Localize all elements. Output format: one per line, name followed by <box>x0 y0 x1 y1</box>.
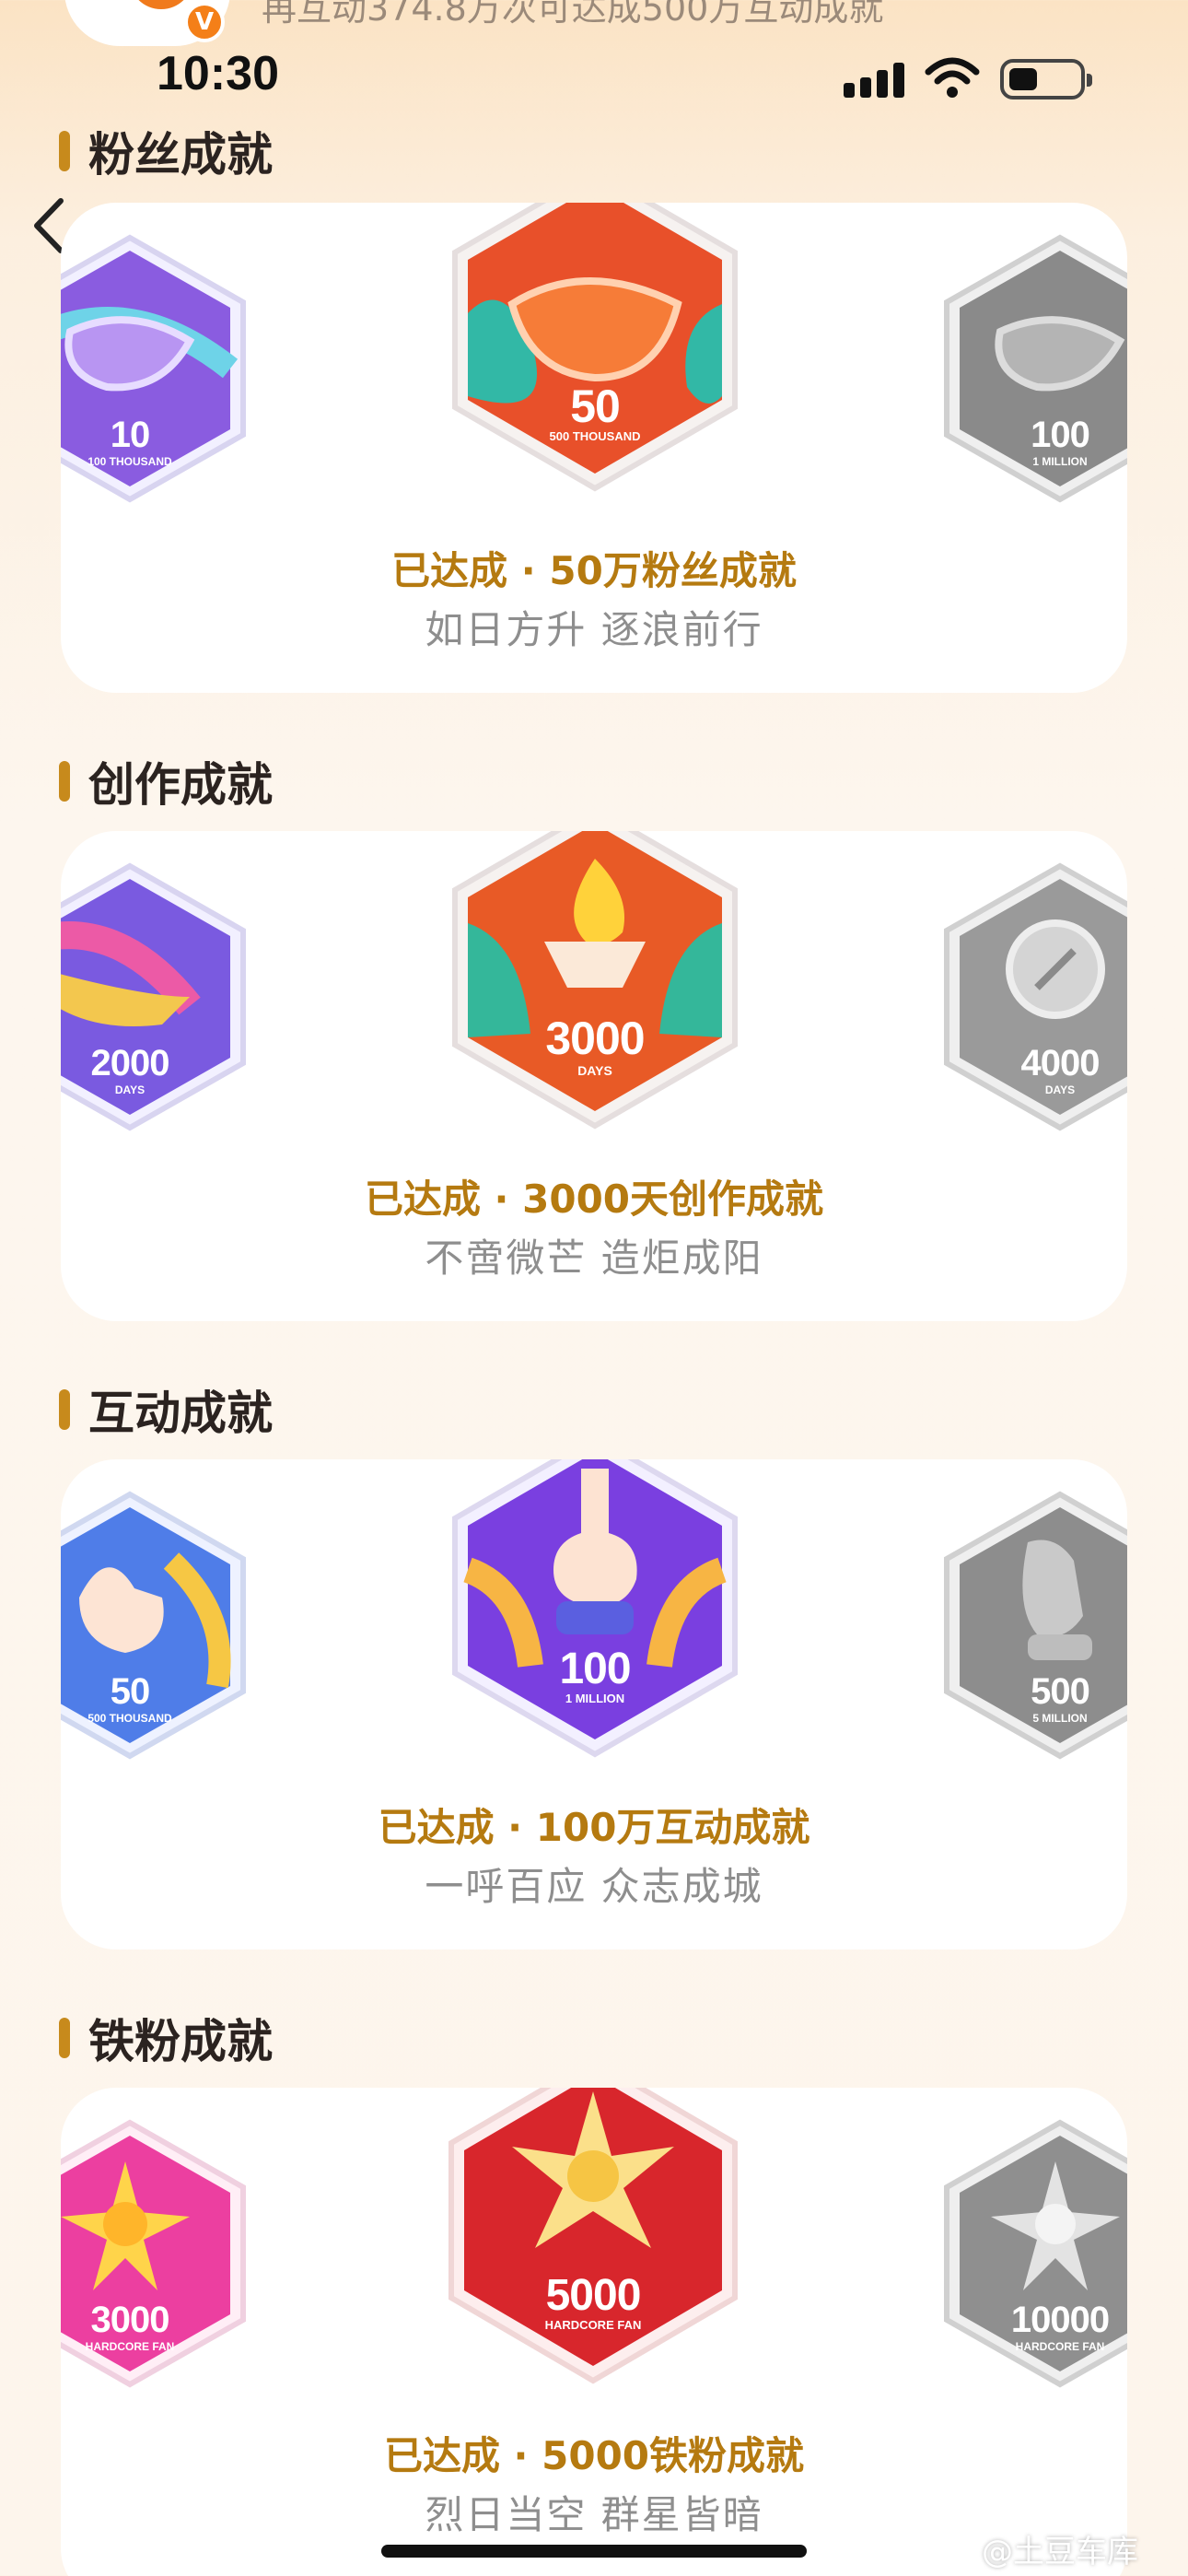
badge-subtitle: 500 THOUSAND <box>87 1712 172 1725</box>
badge-center[interactable]: 5000 HARDCORE FAN <box>444 2088 742 2386</box>
achievement-motto: 烈日当空 群星皆暗 <box>425 2492 763 2537</box>
badge-number: 50 <box>110 1671 151 1712</box>
battery-icon <box>1000 59 1092 100</box>
badge-number: 5000 <box>545 2271 642 2320</box>
cellular-signal-icon <box>844 61 904 98</box>
achievement-label: 已达成 · 5000铁粉成就 <box>383 2433 805 2478</box>
achievement-card-fans: 10 100 THOUSAND 50 500 THOUSAND 100 1 MI… <box>61 203 1127 693</box>
achievement-motto: 一呼百应 众志成城 <box>425 1864 763 1909</box>
badge-subtitle: 500 THOUSAND <box>549 429 641 443</box>
badge-right[interactable]: 100 1 MILLION <box>936 230 1127 507</box>
badge-number: 4000 <box>1020 1043 1101 1083</box>
badge-subtitle: DAYS <box>114 1083 146 1096</box>
badge-subtitle: 1 MILLION <box>565 1692 625 1705</box>
section-title-hardcore-fans: 铁粉成就 <box>59 2005 273 2071</box>
badge-left[interactable]: 10 100 THOUSAND <box>61 230 254 507</box>
badge-subtitle: 100 THOUSAND <box>87 455 172 468</box>
badge-subtitle: 1 MILLION <box>1032 455 1088 468</box>
badge-subtitle: DAYS <box>1044 1083 1076 1096</box>
badge-right[interactable]: 10000 HARDCORE FAN <box>936 2115 1127 2392</box>
achievement-label: 已达成 · 100万互动成就 <box>378 1805 810 1850</box>
achievement-label: 已达成 · 50万粉丝成就 <box>391 548 797 593</box>
verified-badge-icon: V <box>184 2 225 42</box>
badge-number: 3000 <box>90 2300 170 2340</box>
home-indicator[interactable] <box>381 2545 807 2558</box>
badge-right[interactable]: 500 5 MILLION <box>936 1487 1127 1763</box>
achievement-label: 已达成 · 3000天创作成就 <box>364 1177 824 1222</box>
achievement-card-hardcore-fans: 3000 HARDCORE FAN 5000 HARDCORE FAN 1000… <box>61 2088 1127 2576</box>
section-title-fans: 粉丝成就 <box>59 118 273 184</box>
badge-subtitle: HARDCORE FAN <box>85 2340 175 2353</box>
badge-subtitle: HARDCORE FAN <box>1015 2340 1105 2353</box>
achievement-motto: 如日方升 逐浪前行 <box>425 607 763 652</box>
badge-subtitle: DAYS <box>577 1063 612 1078</box>
watermark-text: @土豆车库 <box>982 2534 1138 2570</box>
badge-number: 2000 <box>90 1043 170 1083</box>
badge-number: 10 <box>110 415 151 455</box>
badge-number: 100 <box>559 1645 631 1693</box>
progress-banner-text: 再互动374.8万次可达成500万互动成就 <box>262 0 884 29</box>
achievement-motto: 不啻微芒 造炬成阳 <box>425 1235 763 1281</box>
badge-number: 10000 <box>1010 2300 1110 2340</box>
badge-subtitle: HARDCORE FAN <box>544 2318 642 2332</box>
badge-right[interactable]: 4000 DAYS <box>936 859 1127 1135</box>
badge-number: 3000 <box>545 1013 645 1064</box>
badge-left[interactable]: 3000 HARDCORE FAN <box>61 2115 254 2392</box>
badge-left[interactable]: 50 500 THOUSAND <box>61 1487 254 1763</box>
achievement-card-interaction: 50 500 THOUSAND 100 1 MILLION 500 5 MILL… <box>61 1459 1127 1950</box>
badge-subtitle: 5 MILLION <box>1032 1712 1088 1725</box>
section-title-creation: 创作成就 <box>59 748 273 814</box>
badge-center[interactable]: 50 500 THOUSAND <box>448 203 742 493</box>
badge-center[interactable]: 3000 DAYS <box>448 831 742 1130</box>
badge-left[interactable]: 2000 DAYS <box>61 859 254 1135</box>
achievement-card-creation: 2000 DAYS 3000 DAYS 4000 DAYS 已达成 · 3000… <box>61 831 1127 1321</box>
badge-number: 500 <box>1031 1671 1090 1712</box>
section-title-interaction: 互动成就 <box>59 1376 273 1443</box>
wifi-icon <box>925 55 980 100</box>
badge-number: 50 <box>570 381 621 432</box>
badge-center[interactable]: 100 1 MILLION <box>448 1459 742 1759</box>
status-time: 10:30 <box>157 47 279 100</box>
badge-number: 100 <box>1031 415 1090 455</box>
